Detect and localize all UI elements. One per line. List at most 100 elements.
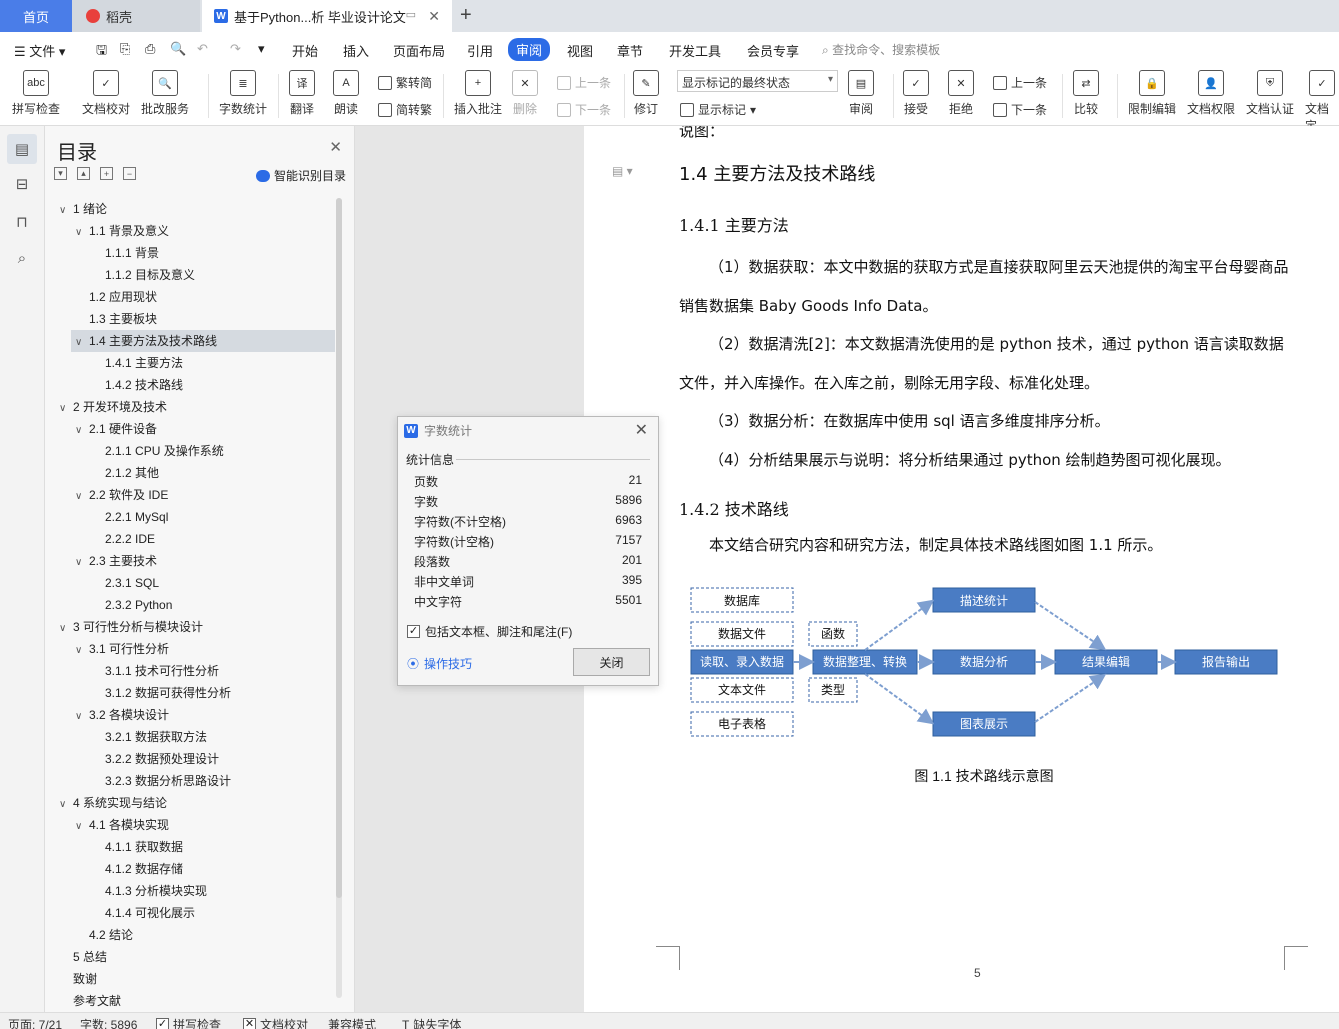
bookmark-icon[interactable]: ⊓	[12, 212, 32, 232]
tab-document[interactable]: W 基于Python...析 毕业设计论文 ▭ ✕	[202, 0, 452, 32]
dialog-close-icon[interactable]: ✕	[635, 420, 648, 440]
tab-daoke[interactable]: 稻壳	[72, 0, 200, 32]
toc-item[interactable]: 1.4.2 技术路线	[45, 374, 335, 396]
toc-item[interactable]: 1.3 主要板块	[45, 308, 335, 330]
trad-to-simp-button[interactable]: 繁转简	[378, 74, 432, 91]
toc-item[interactable]: 4.1.1 获取数据	[45, 836, 335, 858]
accept-button[interactable]: ✓ 接受	[903, 70, 929, 117]
next-change-button[interactable]: 下一条	[993, 101, 1047, 118]
toc-item[interactable]: 1.4.1 主要方法	[45, 352, 335, 374]
redo-icon[interactable]: ↷	[230, 41, 241, 57]
export-icon[interactable]: ⎘	[120, 41, 130, 57]
toc-item[interactable]: 4.2 结论	[45, 924, 335, 946]
menu-start[interactable]: 开始	[292, 41, 318, 60]
menu-devtools[interactable]: 开发工具	[669, 41, 721, 60]
toc-item[interactable]: ∨ 3 可行性分析与模块设计	[45, 616, 335, 638]
chevron-down-icon[interactable]: ∨	[59, 200, 73, 222]
insert-comment-button[interactable]: + 插入批注	[454, 70, 502, 117]
chevron-down-icon[interactable]: ∨	[59, 398, 73, 420]
menu-reference[interactable]: 引用	[467, 41, 493, 60]
toc-item[interactable]: 2.1.2 其他	[45, 462, 335, 484]
track-changes-button[interactable]: ✎ 修订	[633, 70, 659, 117]
chapter-nav-icon[interactable]: ⊟	[12, 174, 32, 194]
markup-state-select[interactable]: 显示标记的最终状态	[677, 70, 838, 92]
toc-item[interactable]: ∨ 2 开发环境及技术	[45, 396, 335, 418]
tab-home[interactable]: 首页	[0, 0, 72, 32]
command-search[interactable]: ⌕ 查找命令、搜索模板	[822, 41, 940, 58]
toc-item[interactable]: 2.3.2 Python	[45, 594, 335, 616]
toc-item[interactable]: 致谢	[45, 968, 335, 990]
menu-layout[interactable]: 页面布局	[393, 41, 445, 60]
menu-view[interactable]: 视图	[567, 41, 593, 60]
prev-comment-button[interactable]: 上一条	[557, 74, 611, 91]
toc-item[interactable]: 2.3.1 SQL	[45, 572, 335, 594]
find-icon[interactable]: ⌕	[12, 248, 32, 268]
status-word-count[interactable]: 字数: 5896	[80, 1016, 137, 1029]
toc-item[interactable]: 2.1.1 CPU 及操作系统	[45, 440, 335, 462]
chevron-down-icon[interactable]: ∨	[75, 640, 89, 662]
toc-item[interactable]: 3.2.2 数据预处理设计	[45, 748, 335, 770]
document-page[interactable]: 说图： ▤ ▾ 1.4 主要方法及技术路线 1.4.1 主要方法 （1）数据获取…	[584, 126, 1339, 1012]
toc-item[interactable]: ∨ 3.1 可行性分析	[45, 638, 335, 660]
chevron-down-icon[interactable]: ∨	[59, 618, 73, 640]
toc-item[interactable]: 1.1.2 目标及意义	[45, 264, 335, 286]
collapse-all-icon[interactable]: ▴	[77, 167, 90, 180]
toc-item[interactable]: 2.2.2 IDE	[45, 528, 335, 550]
toc-item[interactable]: ∨ 4 系统实现与结论	[45, 792, 335, 814]
toc-item[interactable]: 4.1.3 分析模块实现	[45, 880, 335, 902]
menu-insert[interactable]: 插入	[343, 41, 369, 60]
save-icon[interactable]: 🖫	[96, 41, 107, 63]
menu-chapter[interactable]: 章节	[617, 41, 643, 60]
chevron-down-icon[interactable]: ∨	[75, 486, 89, 508]
file-menu[interactable]: ☰ 文件 ▾	[14, 41, 65, 60]
status-missing-font[interactable]: T 缺失字体	[402, 1016, 461, 1029]
toc-item[interactable]: 1.2 应用现状	[45, 286, 335, 308]
toc-item[interactable]: ∨ 3.2 各模块设计	[45, 704, 335, 726]
toc-item[interactable]: 参考文献	[45, 990, 335, 1012]
toc-item[interactable]: 2.2.1 MySql	[45, 506, 335, 528]
undo-icon[interactable]: ↶	[197, 41, 208, 57]
toc-item[interactable]: 5 总结	[45, 946, 335, 968]
menu-review[interactable]: 审阅	[508, 38, 551, 61]
expand-all-icon[interactable]: ▾	[54, 167, 67, 180]
chevron-down-icon[interactable]: ∨	[59, 794, 73, 816]
paragraph-menu-icon[interactable]: ▤ ▾	[612, 164, 633, 178]
toc-item[interactable]: 1.1.1 背景	[45, 242, 335, 264]
smart-toc-button[interactable]: 智能识别目录	[255, 167, 346, 184]
dialog-close-button[interactable]: 关闭	[573, 648, 650, 676]
word-count-button[interactable]: ≣ 字数统计	[219, 70, 267, 117]
toc-item[interactable]: ∨ 1 绪论	[45, 198, 335, 220]
prev-change-button[interactable]: 上一条	[993, 74, 1047, 91]
restrict-edit-button[interactable]: 🔒 限制编辑	[1128, 70, 1176, 117]
chevron-down-icon[interactable]: ∨	[75, 222, 89, 244]
toc-item[interactable]: 3.2.3 数据分析思路设计	[45, 770, 335, 792]
toc-item[interactable]: ∨ 2.3 主要技术	[45, 550, 335, 572]
reject-button[interactable]: ✕ 拒绝	[948, 70, 974, 117]
add-level-icon[interactable]: +	[100, 167, 113, 180]
chevron-down-icon[interactable]: ∨	[75, 332, 89, 354]
status-spell-check[interactable]: ✓ 拼写检查	[156, 1016, 221, 1029]
status-doc-proof[interactable]: ✕ 文档校对	[243, 1016, 308, 1029]
batch-service-button[interactable]: 🔍 批改服务	[141, 70, 189, 117]
close-icon[interactable]: ✕	[329, 138, 342, 156]
toc-item[interactable]: ∨ 1.1 背景及意义	[45, 220, 335, 242]
toc-panel-icon[interactable]: ▤	[7, 134, 37, 164]
read-aloud-button[interactable]: A 朗读	[333, 70, 359, 117]
next-comment-button[interactable]: 下一条	[557, 101, 611, 118]
toc-item[interactable]: 3.1.2 数据可获得性分析	[45, 682, 335, 704]
doc-proof-button[interactable]: ✓ 文档校对	[82, 70, 130, 117]
chevron-down-icon[interactable]: ∨	[75, 706, 89, 728]
dialog-title-bar[interactable]: W 字数统计	[404, 422, 472, 439]
compare-button[interactable]: ⇄ 比较	[1073, 70, 1099, 117]
include-textbox-checkbox[interactable]: ✓ 包括文本框、脚注和尾注(F)	[407, 623, 572, 640]
toc-item[interactable]: ∨ 2.2 软件及 IDE	[45, 484, 335, 506]
toc-scrollbar[interactable]	[336, 198, 342, 998]
preview-icon[interactable]: 🔍	[170, 41, 186, 57]
toc-item[interactable]: 4.1.4 可视化展示	[45, 902, 335, 924]
doc-permission-button[interactable]: 👤 文档权限	[1187, 70, 1235, 117]
review-pane-button[interactable]: ▤ 审阅	[848, 70, 874, 117]
toc-item[interactable]: ∨ 2.1 硬件设备	[45, 418, 335, 440]
toc-item[interactable]: ∨ 1.4 主要方法及技术路线	[71, 330, 335, 352]
doc-cert-button[interactable]: ⛨ 文档认证	[1246, 70, 1294, 117]
show-markup-button[interactable]: 显示标记 ▾	[680, 101, 756, 118]
